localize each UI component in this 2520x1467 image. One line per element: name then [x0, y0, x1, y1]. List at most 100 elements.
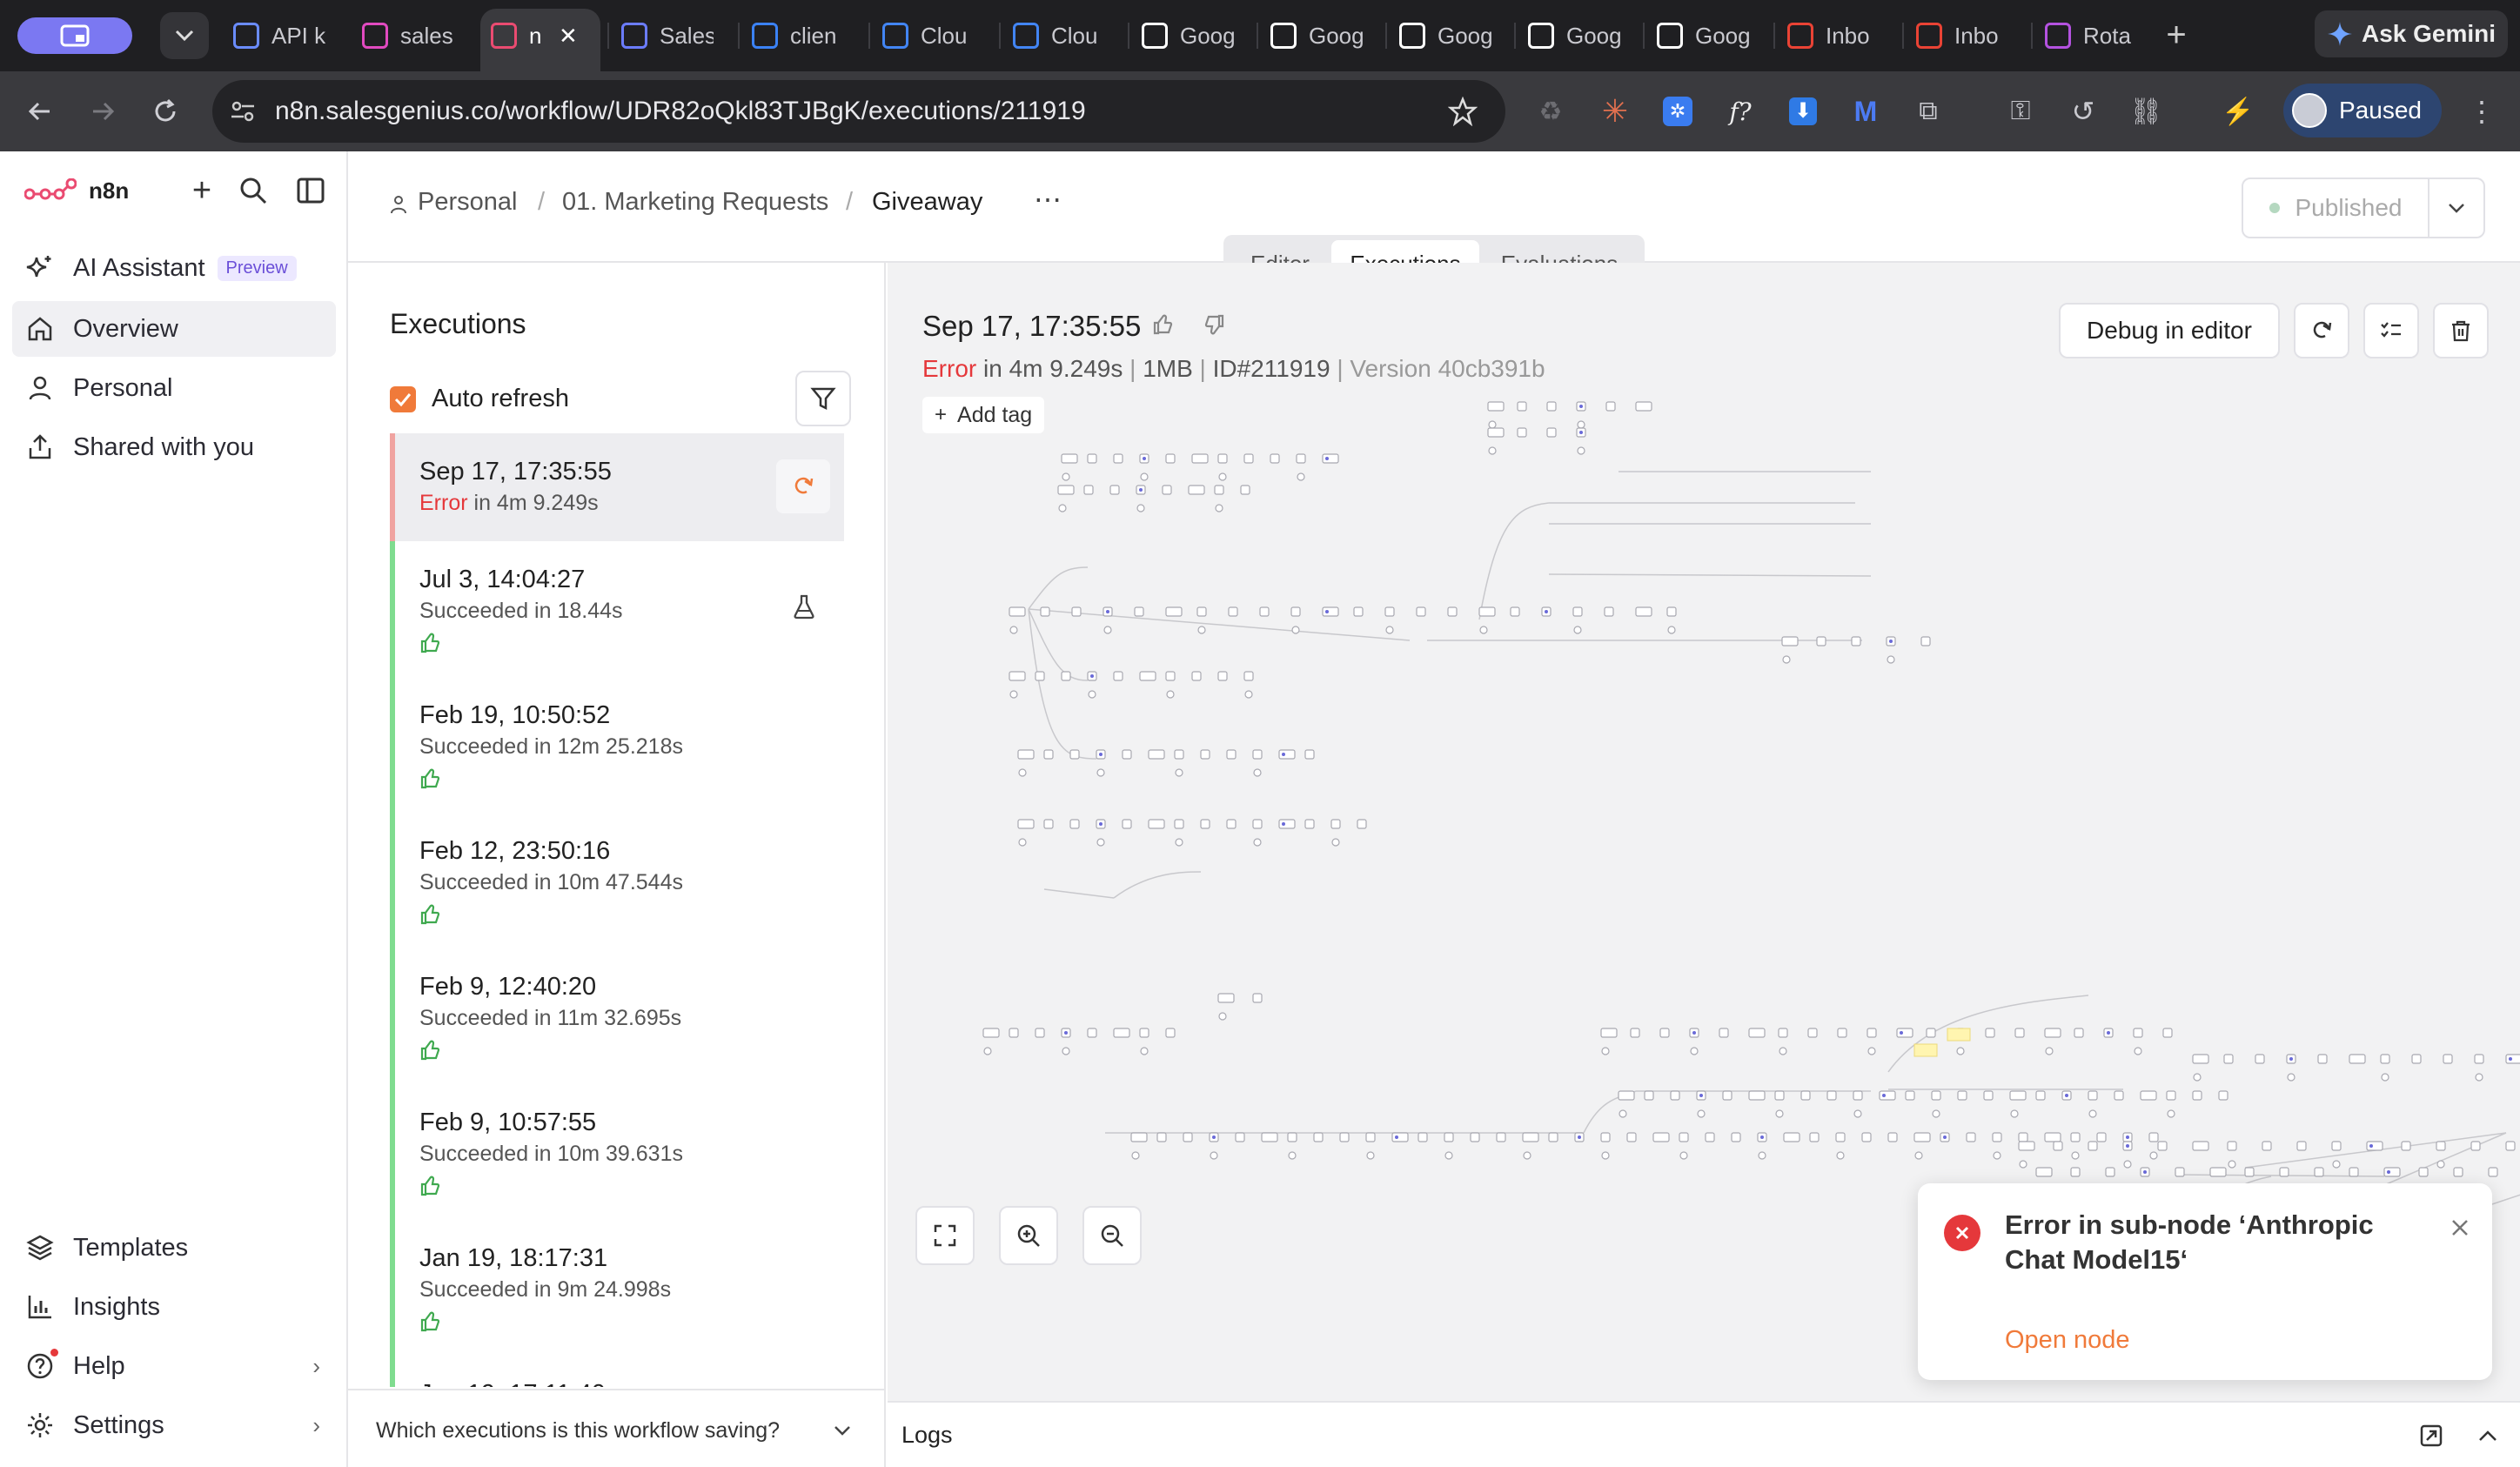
workflow-node[interactable]: [1109, 485, 1120, 495]
workflow-node[interactable]: [2244, 1167, 2255, 1177]
workflow-subnode[interactable]: [1488, 446, 1497, 455]
more-options-icon[interactable]: ⋯: [1034, 183, 1062, 216]
workflow-node[interactable]: [1635, 606, 1652, 617]
workflow-node[interactable]: [2317, 1054, 2328, 1064]
workflow-node[interactable]: [2175, 1167, 2185, 1177]
workflow-node[interactable]: [1913, 1132, 1931, 1142]
workflow-subnode[interactable]: [2019, 1160, 2027, 1169]
workflow-node[interactable]: [1816, 636, 1826, 646]
workflow-subnode[interactable]: [2436, 1160, 2445, 1169]
workflow-node[interactable]: [1548, 1132, 1558, 1142]
extension-formula-icon[interactable]: f?: [1719, 90, 1761, 132]
workflow-subnode[interactable]: [1210, 1151, 1218, 1160]
workflow-node[interactable]: [2349, 1054, 2366, 1064]
browser-tab[interactable]: sales: [362, 12, 454, 59]
workflow-node[interactable]: [1069, 819, 1080, 829]
close-icon[interactable]: [2450, 1218, 2470, 1237]
workflow-node[interactable]: [1183, 1132, 1193, 1142]
workflow-node[interactable]: [1800, 1090, 1811, 1101]
published-button[interactable]: Published: [2242, 178, 2430, 238]
breadcrumb-personal[interactable]: Personal: [418, 188, 517, 217]
workflow-node[interactable]: [1416, 606, 1426, 617]
workflow-node[interactable]: [1444, 1132, 1454, 1142]
execution-item[interactable]: Sep 17, 17:35:55 Error in 4m 9.249s: [390, 433, 844, 541]
workflow-subnode[interactable]: [1215, 504, 1223, 512]
workflow-node[interactable]: [2133, 1028, 2143, 1038]
workflow-node[interactable]: [1957, 1090, 1967, 1101]
workflow-node[interactable]: [2070, 1167, 2081, 1177]
workflow-node[interactable]: [2383, 1167, 2401, 1177]
browser-tab[interactable]: Sales: [621, 12, 714, 59]
workflow-node[interactable]: [1087, 1028, 1097, 1038]
browser-tab[interactable]: Clou: [882, 12, 975, 59]
workflow-subnode[interactable]: [1956, 1047, 1965, 1055]
workflow-subnode[interactable]: [2071, 1151, 2080, 1160]
workflow-node[interactable]: [2070, 1132, 2081, 1142]
workflow-node[interactable]: [1807, 1028, 1818, 1038]
workflow-subnode[interactable]: [2287, 1073, 2295, 1082]
zoom-in-button[interactable]: [999, 1206, 1058, 1265]
workflow-subnode[interactable]: [1288, 1151, 1297, 1160]
workflow-node[interactable]: [1418, 1132, 1428, 1142]
workflow-node[interactable]: [1605, 401, 1616, 412]
workflow-subnode[interactable]: [1836, 1151, 1845, 1160]
workflow-node[interactable]: [2096, 1132, 2107, 1142]
workflow-node[interactable]: [1626, 1132, 1637, 1142]
execution-item[interactable]: Jan 19, 18:17:31 Succeeded in 9m 24.998s: [390, 1220, 844, 1356]
workflow-node[interactable]: [2436, 1141, 2446, 1151]
workflow-node[interactable]: [1040, 606, 1050, 617]
workflow-subnode[interactable]: [2123, 1160, 2132, 1169]
workflow-subnode[interactable]: [1667, 626, 1676, 634]
workflow-node[interactable]: [1867, 1028, 1877, 1038]
browser-tab[interactable]: Rota: [2045, 12, 2137, 59]
new-button[interactable]: +: [184, 174, 219, 209]
workflow-node[interactable]: [2014, 1028, 2025, 1038]
workflow-subnode[interactable]: [1297, 472, 1305, 481]
workflow-subnode[interactable]: [1175, 768, 1183, 777]
workflow-node[interactable]: [1357, 819, 1367, 829]
browser-tab[interactable]: API k: [233, 12, 325, 59]
workflow-node[interactable]: [1017, 819, 1035, 829]
workflow-subnode[interactable]: [1103, 626, 1112, 634]
workflow-node[interactable]: [2470, 1141, 2481, 1151]
workflow-node[interactable]: [1217, 993, 1235, 1003]
workflow-subnode[interactable]: [1136, 504, 1145, 512]
workflow-node[interactable]: [1061, 453, 1078, 464]
workflow-subnode[interactable]: [1175, 838, 1183, 847]
workflow-node[interactable]: [1931, 1090, 1941, 1101]
workflow-node[interactable]: [1162, 485, 1172, 495]
workflow-subnode[interactable]: [983, 1047, 992, 1055]
fit-view-button[interactable]: [915, 1206, 975, 1265]
workflow-node[interactable]: [1240, 485, 1250, 495]
workflow-node[interactable]: [1365, 1132, 1376, 1142]
workflow-node[interactable]: [2453, 1167, 2463, 1177]
workflow-node[interactable]: [1353, 606, 1364, 617]
site-settings-icon[interactable]: [230, 98, 256, 124]
workflow-node[interactable]: [1510, 606, 1520, 617]
filter-button[interactable]: [795, 371, 851, 426]
workflow-subnode[interactable]: [1993, 1151, 2001, 1160]
flask-icon[interactable]: [792, 593, 816, 620]
workflow-node[interactable]: [1600, 1028, 1618, 1038]
workflow-node[interactable]: [1228, 606, 1238, 617]
workflow-subnode[interactable]: [1523, 1151, 1531, 1160]
workflow-name[interactable]: Giveaway: [872, 188, 982, 217]
workflow-subnode[interactable]: [1140, 472, 1149, 481]
workflow-node[interactable]: [1226, 819, 1237, 829]
workflow-node[interactable]: [1851, 636, 1861, 646]
sidebar-item-personal[interactable]: Personal: [12, 360, 336, 416]
workflow-node[interactable]: [1113, 453, 1123, 464]
workflow-node[interactable]: [2331, 1141, 2342, 1151]
workflow-node[interactable]: [1652, 1132, 1670, 1142]
workflow-node[interactable]: [1130, 1132, 1148, 1142]
workflow-subnode[interactable]: [1218, 472, 1227, 481]
workflow-node[interactable]: [1165, 453, 1176, 464]
workflow-node[interactable]: [1748, 1090, 1766, 1101]
workflow-subnode[interactable]: [1573, 626, 1582, 634]
workflow-node[interactable]: [2192, 1141, 2209, 1151]
workflow-subnode[interactable]: [1914, 1151, 1923, 1160]
workflow-node[interactable]: [1122, 749, 1132, 760]
workflow-node[interactable]: [2209, 1167, 2227, 1177]
workflow-subnode[interactable]: [1775, 1109, 1784, 1118]
workflow-subnode[interactable]: [1779, 1047, 1787, 1055]
